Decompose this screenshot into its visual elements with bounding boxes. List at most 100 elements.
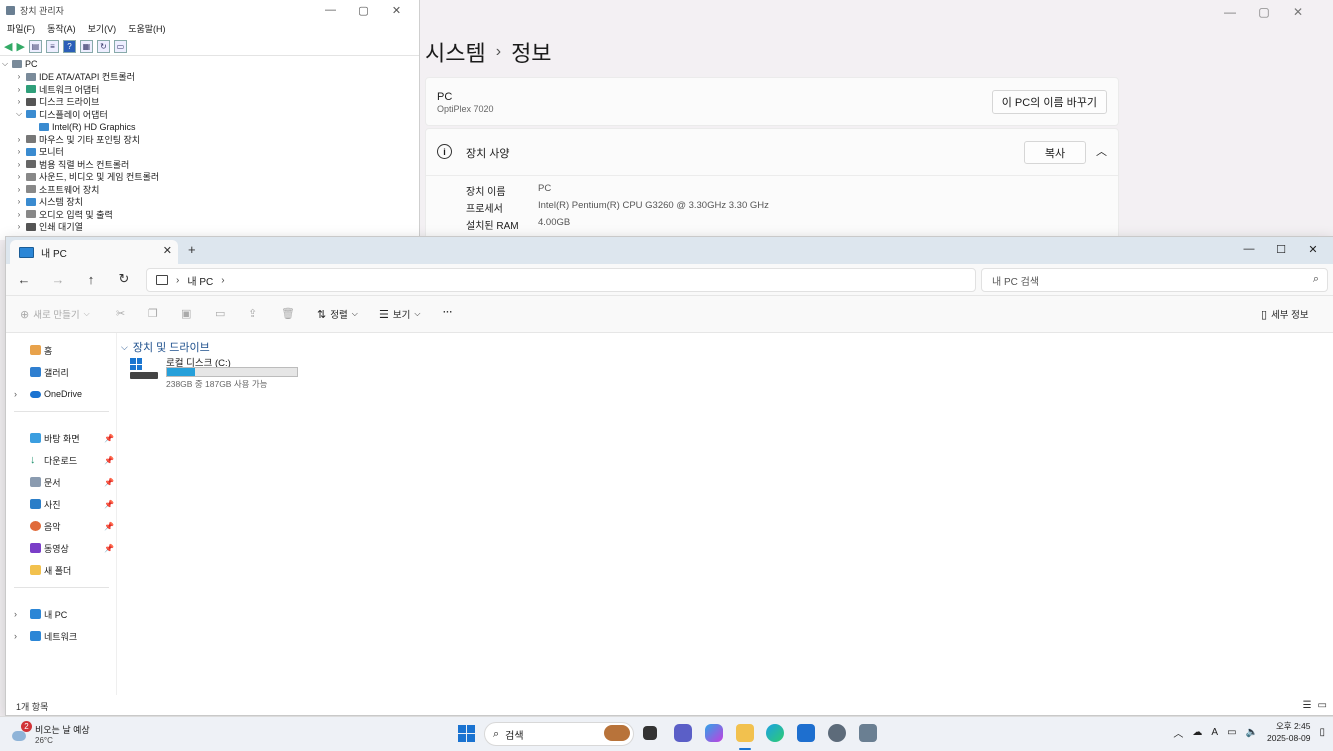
sidebar-item-network[interactable]: › 네트워크	[6, 627, 116, 645]
chevron-right-icon[interactable]: ›	[14, 85, 24, 94]
pin-icon[interactable]: 📌	[104, 500, 114, 509]
sidebar-item-pictures[interactable]: 사진 📌	[6, 495, 116, 513]
network-icon[interactable]: ▭	[1227, 727, 1236, 738]
volume-icon[interactable]: 🔈	[1246, 727, 1258, 738]
store-icon[interactable]	[797, 724, 815, 742]
chevron-right-icon[interactable]: ›	[14, 631, 17, 641]
sidebar-item-this-pc[interactable]: › 내 PC	[6, 605, 116, 623]
copy-icon[interactable]: ❐	[148, 307, 158, 320]
settings-icon[interactable]	[828, 724, 846, 742]
breadcrumb-parent[interactable]: 시스템	[425, 36, 486, 68]
paste-icon[interactable]: ▣	[181, 307, 191, 320]
close-icon[interactable]: ✕	[1297, 239, 1329, 259]
tree-item[interactable]: › 디스크 드라이브	[0, 96, 419, 109]
tree-item[interactable]: › 네트워크 어댑터	[0, 83, 419, 96]
taskbar-search[interactable]: ⌕ 검색	[484, 722, 634, 746]
chevron-down-icon[interactable]: ⌵	[0, 59, 10, 69]
chevron-right-icon[interactable]: ›	[14, 147, 24, 156]
back-arrow-icon[interactable]: ◀	[4, 40, 12, 53]
sidebar-item-videos[interactable]: 동영상 📌	[6, 539, 116, 557]
copilot-icon[interactable]	[705, 724, 723, 742]
view-button[interactable]: ☰ 보기 ⌵	[379, 307, 420, 322]
minimize-icon[interactable]: —	[314, 2, 347, 18]
chevron-right-icon[interactable]: ›	[14, 160, 24, 169]
search-input[interactable]: 내 PC 검색 ⌕	[981, 268, 1328, 292]
sort-button[interactable]: ⇅ 정렬 ⌵	[317, 307, 358, 322]
tree-root[interactable]: ⌵ PC	[0, 58, 419, 71]
cut-icon[interactable]: ✂	[116, 307, 125, 320]
chevron-right-icon[interactable]: ›	[221, 275, 224, 286]
sidebar-item-music[interactable]: 음악 📌	[6, 517, 116, 535]
clock[interactable]: 오후 2:45 2025-08-09	[1267, 720, 1310, 744]
sidebar-item-gallery[interactable]: 갤러리	[6, 363, 116, 381]
update-driver-icon[interactable]: ↻	[96, 39, 110, 53]
up-arrow-icon[interactable]: ↑	[82, 270, 100, 288]
tree-item[interactable]: › 소프트웨어 장치	[0, 183, 419, 196]
close-icon[interactable]: ✕	[380, 2, 413, 18]
tree-item[interactable]: › 마우스 및 기타 포인팅 장치	[0, 133, 419, 146]
pin-icon[interactable]: 📌	[104, 478, 114, 487]
menu-help[interactable]: 도움말(H)	[128, 22, 165, 35]
chevron-right-icon[interactable]: ›	[14, 172, 24, 181]
chevron-right-icon[interactable]: ›	[14, 185, 24, 194]
more-options-button[interactable]: ···	[443, 307, 453, 318]
forward-arrow-icon[interactable]: ▶	[16, 40, 24, 53]
forward-arrow-icon[interactable]: →	[49, 270, 67, 288]
maximize-icon[interactable]: ▢	[1247, 2, 1281, 22]
scan-hardware-icon[interactable]: ▭	[113, 39, 127, 53]
tree-item[interactable]: › 인쇄 대기열	[0, 221, 419, 234]
minimize-icon[interactable]: —	[1213, 2, 1247, 22]
chevron-right-icon[interactable]: ›	[14, 197, 24, 206]
tree-item[interactable]: › IDE ATA/ATAPI 컨트롤러	[0, 71, 419, 84]
chevron-right-icon[interactable]: ›	[14, 135, 24, 144]
tree-item[interactable]: › 범용 직렬 버스 컨트롤러	[0, 158, 419, 171]
chevron-right-icon[interactable]: ›	[14, 72, 24, 81]
help-icon[interactable]: ?	[62, 39, 76, 53]
tiles-view-icon[interactable]: ▭	[1318, 700, 1327, 711]
back-arrow-icon[interactable]: ←	[15, 270, 33, 288]
share-icon[interactable]: ⇪	[248, 307, 257, 320]
tree-item[interactable]: › 오디오 입력 및 출력	[0, 208, 419, 221]
sidebar-item-downloads[interactable]: ↓ 다운로드 📌	[6, 451, 116, 469]
chevron-right-icon[interactable]: ›	[14, 210, 24, 219]
list-icon[interactable]: ≡	[45, 39, 59, 53]
close-icon[interactable]: ✕	[1281, 2, 1315, 22]
sidebar-item-home[interactable]: 홈	[6, 341, 116, 359]
group-header[interactable]: ⌵ 장치 및 드라이브	[121, 339, 210, 355]
chevron-up-icon[interactable]: ︿	[1096, 143, 1107, 159]
file-explorer-icon[interactable]	[736, 724, 754, 742]
details-view-icon[interactable]: ☰	[1303, 700, 1312, 711]
sidebar-item-desktop[interactable]: 바탕 화면 📌	[6, 429, 116, 447]
chevron-down-icon[interactable]: ⌵	[14, 109, 24, 119]
chevron-right-icon[interactable]: ›	[14, 609, 17, 619]
chevron-up-icon[interactable]: ︿	[1173, 725, 1183, 740]
address-bar[interactable]: › 내 PC ›	[146, 268, 976, 292]
sidebar-item-new-folder[interactable]: 새 폴더	[6, 561, 116, 579]
notification-icon[interactable]: ▯	[1319, 727, 1325, 738]
refresh-icon[interactable]: ↻	[115, 270, 133, 288]
chevron-down-icon[interactable]: ⌵	[121, 342, 128, 353]
device-manager-icon[interactable]	[859, 724, 877, 742]
maximize-icon[interactable]: ▢	[347, 2, 380, 18]
address-segment[interactable]: 내 PC	[187, 273, 213, 288]
new-tab-button[interactable]: +	[188, 242, 196, 257]
menu-action[interactable]: 동작(A)	[47, 22, 76, 35]
chevron-right-icon[interactable]: ›	[14, 97, 24, 106]
tree-item[interactable]: › 시스템 장치	[0, 196, 419, 209]
teams-icon[interactable]	[674, 724, 692, 742]
rename-pc-button[interactable]: 이 PC의 이름 바꾸기	[991, 90, 1107, 114]
device-spec-header[interactable]: i 장치 사양 복사 ︿	[426, 129, 1118, 176]
copy-button[interactable]: 복사	[1024, 141, 1086, 164]
search-icon[interactable]: ⌕	[1313, 273, 1319, 286]
ime-indicator[interactable]: A	[1211, 727, 1218, 738]
drive-item[interactable]: 로컬 디스크 (C:) 238GB 중 187GB 사용 가능	[130, 355, 320, 391]
pane-splitter[interactable]	[116, 333, 117, 695]
rename-icon[interactable]: ▭	[215, 307, 225, 320]
new-button[interactable]: ⊕ 새로 만들기 ⌵	[20, 307, 90, 322]
edge-icon[interactable]	[766, 724, 784, 742]
close-icon[interactable]: ✕	[163, 244, 172, 257]
sidebar-item-documents[interactable]: 문서 📌	[6, 473, 116, 491]
tree-item[interactable]: › 사운드, 비디오 및 게임 컨트롤러	[0, 171, 419, 184]
onedrive-sync-icon[interactable]: ☁	[1192, 727, 1202, 738]
pin-icon[interactable]: 📌	[104, 522, 114, 531]
